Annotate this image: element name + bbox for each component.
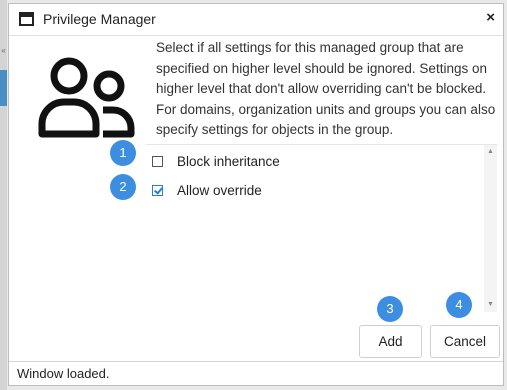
scroll-down-icon[interactable]: ▼ xyxy=(484,301,497,308)
users-icon xyxy=(38,57,135,138)
marker-badge-1: 1 xyxy=(110,140,136,166)
window-icon xyxy=(19,12,34,26)
title-bar: Privilege Manager × xyxy=(9,4,503,36)
marker-badge-2: 2 xyxy=(110,174,136,200)
background-window-edge: « xyxy=(0,0,7,390)
status-bar: Window loaded. xyxy=(9,361,503,385)
option-label: Block inheritance xyxy=(177,153,280,169)
window-title: Privilege Manager xyxy=(43,11,156,27)
options-list: Block inheritance Allow override ▲ ▼ xyxy=(146,144,497,312)
status-text: Window loaded. xyxy=(17,366,110,381)
close-button[interactable]: × xyxy=(486,9,495,26)
description-text: Select if all settings for this managed … xyxy=(156,38,496,142)
add-button[interactable]: Add xyxy=(359,325,422,358)
scroll-up-icon[interactable]: ▲ xyxy=(484,148,497,155)
cancel-button[interactable]: Cancel xyxy=(430,325,500,358)
option-label: Allow override xyxy=(177,182,262,198)
allow-override-checkbox[interactable] xyxy=(152,184,163,196)
marker-badge-4: 4 xyxy=(446,292,472,318)
list-scrollbar[interactable]: ▲ ▼ xyxy=(484,145,497,312)
description-paragraph-2: For domains, organization units and grou… xyxy=(156,101,496,138)
option-block-inheritance[interactable]: Block inheritance xyxy=(146,150,280,172)
option-allow-override[interactable]: Allow override xyxy=(146,179,262,201)
marker-badge-3: 3 xyxy=(377,296,403,322)
block-inheritance-checkbox[interactable] xyxy=(152,155,163,167)
collapse-arrow-icon: « xyxy=(1,46,6,55)
background-selected-item xyxy=(0,70,7,106)
privilege-manager-dialog: Privilege Manager × Select if all settin… xyxy=(8,3,504,386)
description-paragraph-1: Select if all settings for this managed … xyxy=(156,40,487,96)
